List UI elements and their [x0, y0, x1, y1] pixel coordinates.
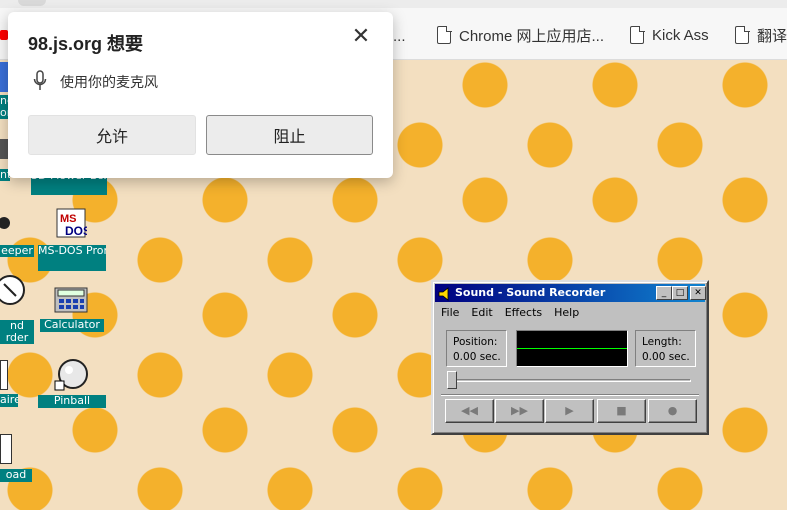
- desktop-icon-pinball[interactable]: Pinball: [38, 356, 106, 410]
- title-bar[interactable]: Sound - Sound Recorder _ □ ✕: [435, 284, 706, 302]
- menu-help[interactable]: Help: [554, 304, 579, 322]
- speaker-icon: [438, 286, 452, 301]
- stop-button[interactable]: ■: [597, 399, 646, 423]
- length-display: Length: 0.00 sec.: [635, 330, 696, 367]
- notepad-icon: [0, 434, 12, 464]
- desktop-icon-minesweeper[interactable]: eeper: [0, 205, 34, 259]
- popup-title: 98.js.org 想要: [28, 34, 144, 54]
- bookmark-translate[interactable]: 翻译: [735, 22, 787, 48]
- record-button[interactable]: ●: [648, 399, 697, 423]
- position-label: Position:: [453, 336, 498, 348]
- tab-strip: [0, 0, 787, 8]
- position-display: Position: 0.00 sec.: [446, 330, 507, 367]
- seek-track[interactable]: [449, 379, 691, 382]
- desktop-icon-label: oad: [0, 469, 32, 482]
- close-icon[interactable]: ✕: [348, 24, 374, 50]
- desktop-icon-label: aire: [0, 394, 18, 407]
- allow-button[interactable]: 允许: [28, 115, 196, 155]
- minesweeper-icon: [0, 209, 12, 235]
- document-icon: [630, 25, 645, 44]
- document-icon: [437, 25, 452, 44]
- desktop-icon-label: rder: [5, 331, 29, 344]
- seek-start-button[interactable]: ◀◀: [445, 399, 494, 423]
- desktop-icon-label: Pinball: [38, 395, 106, 408]
- partial-icon: [0, 62, 8, 92]
- menu-edit[interactable]: Edit: [471, 304, 492, 322]
- desktop-icon-label: MS-DOS Prompt: [38, 245, 106, 271]
- permission-request-text: 使用你的麦克风: [60, 74, 158, 90]
- waveform-display: [516, 330, 628, 367]
- youtube-icon[interactable]: [0, 30, 8, 40]
- desktop-icon-ms-dos[interactable]: MS DOS MS-DOS Prompt: [38, 205, 106, 271]
- ms-dos-icon: MS DOS: [55, 207, 91, 239]
- seek-slider-thumb[interactable]: [447, 371, 457, 389]
- document-icon: [735, 25, 750, 44]
- bookmark-label: Chrome 网上应用店...: [459, 27, 605, 45]
- calculator-icon: [54, 287, 88, 315]
- window-title: Sound - Sound Recorder: [455, 286, 606, 299]
- menu-bar: File Edit Effects Help: [435, 304, 579, 322]
- close-button[interactable]: ✕: [690, 286, 706, 300]
- play-button[interactable]: ▶: [545, 399, 594, 423]
- paint-icon: [0, 139, 8, 159]
- pinball-icon: [54, 358, 88, 392]
- microphone-icon: [33, 70, 47, 92]
- svg-text:DOS: DOS: [65, 224, 87, 238]
- bookmark-chrome-store[interactable]: Chrome 网上应用店...: [437, 22, 604, 48]
- menu-effects[interactable]: Effects: [505, 304, 542, 322]
- bookmark-label: Kick Ass: [652, 26, 709, 44]
- position-value: 0.00 sec.: [453, 351, 501, 363]
- minimize-button[interactable]: _: [656, 286, 672, 300]
- seek-end-button[interactable]: ▶▶: [495, 399, 544, 423]
- bookmark-kick-ass[interactable]: Kick Ass: [630, 22, 709, 48]
- microphone-permission-popup: 98.js.org 想要 ✕ 使用你的麦克风 允许 阻止: [8, 12, 393, 178]
- browser-tab[interactable]: [18, 0, 46, 6]
- block-button[interactable]: 阻止: [206, 115, 373, 155]
- desktop-icon-label: eeper: [0, 245, 34, 257]
- sound-recorder-icon: [0, 270, 28, 310]
- desktop-icon-notepad[interactable]: oad: [0, 432, 32, 484]
- bookmark-label: 翻译: [757, 27, 787, 45]
- sound-recorder-window: Sound - Sound Recorder _ □ ✕ File Edit E…: [431, 280, 709, 435]
- length-value: 0.00 sec.: [642, 351, 690, 363]
- desktop-icon-label: Calculator: [40, 319, 104, 332]
- length-label: Length:: [642, 336, 682, 348]
- waveform-line: [517, 348, 627, 349]
- solitaire-icon: [0, 360, 8, 390]
- maximize-button[interactable]: □: [672, 286, 688, 300]
- desktop-icon-calculator[interactable]: Calculator: [38, 285, 106, 333]
- menu-file[interactable]: File: [441, 304, 459, 322]
- desktop-icon-solitaire[interactable]: aire: [0, 358, 18, 410]
- divider: [441, 394, 699, 396]
- desktop-icon-sound-recorder[interactable]: nd rder: [0, 268, 34, 346]
